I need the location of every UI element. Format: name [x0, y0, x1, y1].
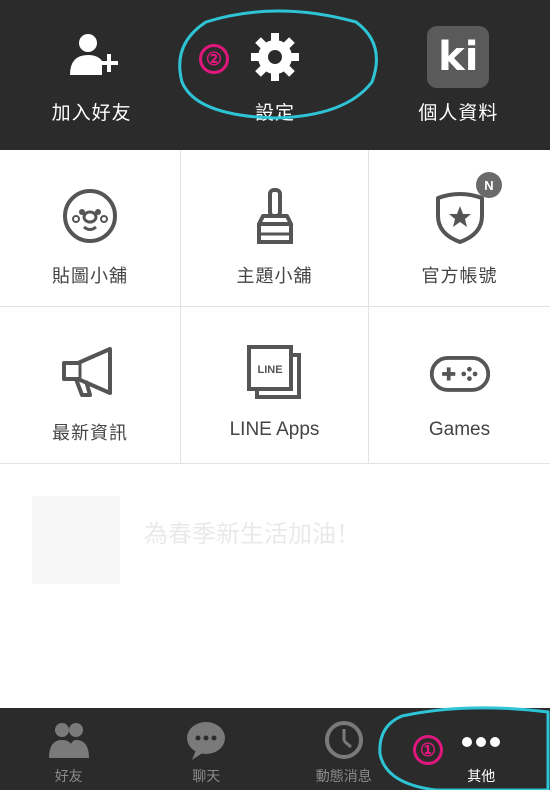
promo-banner[interactable]: 為春季新生活加油！	[32, 496, 512, 588]
profile-button[interactable]: ki 個人資料	[367, 0, 550, 150]
official-accounts-item[interactable]: 官方帳號	[369, 150, 550, 307]
megaphone-icon	[58, 341, 122, 405]
games-item[interactable]: Games	[369, 307, 550, 464]
official-accounts-label: 官方帳號	[421, 266, 498, 287]
settings-label: 設定	[254, 102, 295, 124]
gear-icon	[244, 26, 306, 88]
tab-more-label: 其他	[467, 769, 496, 785]
news-label: 最新資訊	[52, 423, 128, 444]
news-item[interactable]: 最新資訊	[0, 307, 181, 464]
profile-avatar: ki	[427, 26, 490, 88]
tab-timeline[interactable]: 動態消息	[275, 708, 413, 790]
tab-friends-label: 好友	[54, 769, 83, 785]
line-apps-icon-text: LINE	[257, 364, 282, 376]
line-apps-item[interactable]: LINE LINE Apps	[181, 307, 369, 464]
line-apps-icon: LINE	[243, 341, 307, 405]
sticker-face-icon	[58, 184, 122, 248]
profile-logo: ki	[427, 26, 490, 88]
annotation-marker-2: ②	[199, 44, 229, 74]
theme-shop-item[interactable]: 主題小舖	[181, 150, 369, 307]
more-dots-icon	[459, 720, 503, 760]
clock-icon	[322, 720, 366, 760]
games-label: Games	[428, 419, 491, 440]
paint-brush-icon	[243, 184, 307, 248]
line-apps-label: LINE Apps	[229, 419, 320, 440]
tab-chat-label: 聊天	[192, 769, 221, 785]
add-friend-icon	[61, 26, 123, 88]
sticker-shop-item[interactable]: 貼圖小舖	[0, 150, 181, 307]
gamepad-icon	[428, 341, 492, 405]
top-bar: 加入好友 設定 ki 個人資料	[0, 0, 550, 150]
tab-friends[interactable]: 好友	[0, 708, 138, 790]
new-badge: N	[476, 172, 502, 198]
banner-title: 為春季新生活加油！	[144, 520, 360, 548]
add-friend-button[interactable]: 加入好友	[0, 0, 183, 150]
feature-grid: 貼圖小舖 主題小舖 官方帳號 最新資訊 LINE LINE Apps Games	[0, 150, 550, 464]
friends-icon	[47, 720, 91, 760]
tab-timeline-label: 動態消息	[315, 769, 372, 785]
chat-bubble-icon	[184, 720, 228, 760]
sticker-shop-label: 貼圖小舖	[52, 266, 128, 287]
theme-shop-label: 主題小舖	[236, 266, 313, 287]
annotation-marker-1: ①	[413, 735, 443, 765]
add-friend-label: 加入好友	[51, 102, 132, 124]
tab-chat[interactable]: 聊天	[138, 708, 276, 790]
bottom-tab-bar: 好友 聊天 動態消息 其他	[0, 708, 550, 790]
banner-thumbnail	[32, 496, 120, 584]
profile-label: 個人資料	[418, 102, 499, 124]
settings-button[interactable]: 設定	[183, 0, 366, 150]
